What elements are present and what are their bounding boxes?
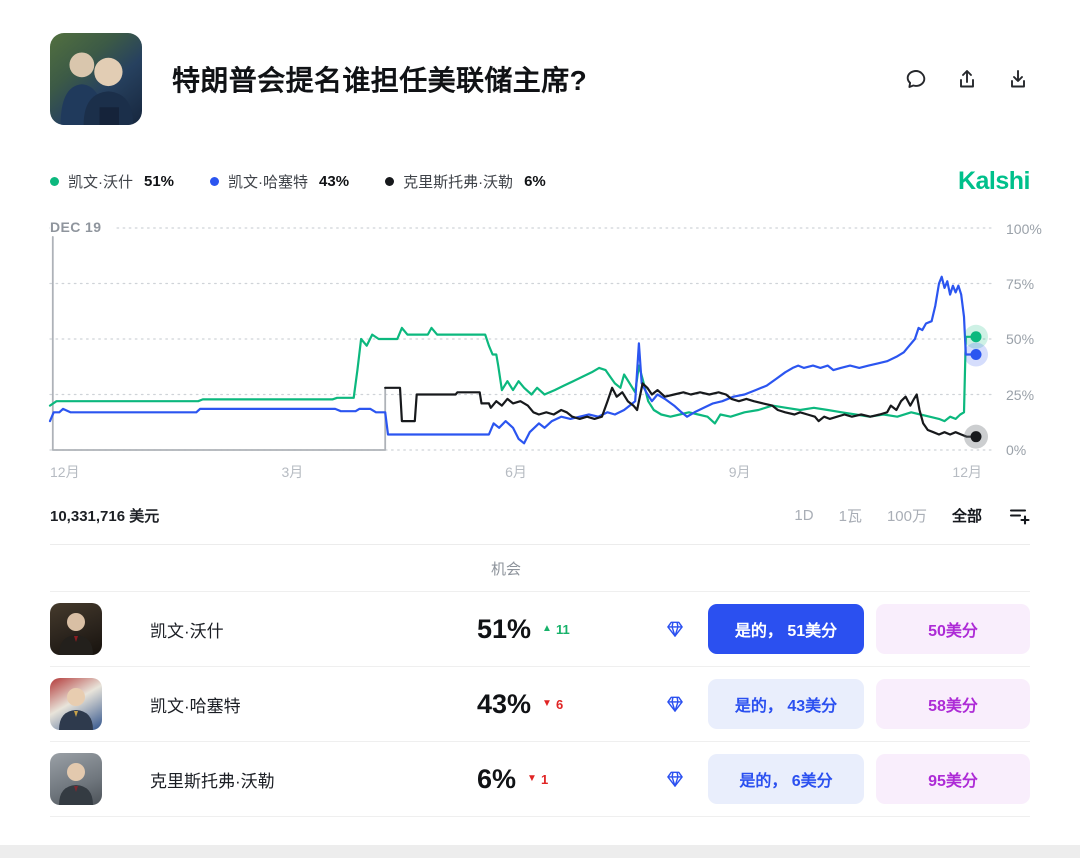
kalshi-logo: Kalshi <box>958 167 1030 196</box>
chart-canvas[interactable] <box>50 228 976 450</box>
candidate-name: 凯文·哈塞特 <box>126 692 477 717</box>
legend-label: 克里斯托弗·沃勒 <box>403 171 513 192</box>
buy-yes-button[interactable]: 是的， 6美分 <box>708 754 864 804</box>
legend-item-warsh[interactable]: 凯文·沃什 51% <box>50 171 174 192</box>
buy-no-button[interactable]: 50美分 <box>876 604 1030 654</box>
buy-no-button[interactable]: 95美分 <box>876 754 1030 804</box>
avatar <box>50 753 102 805</box>
legend-item-waller[interactable]: 克里斯托弗·沃勒 6% <box>385 171 546 192</box>
x-tick: 6月 <box>505 462 527 482</box>
gem-icon[interactable] <box>665 769 685 789</box>
change-indicator: 1 <box>527 772 548 787</box>
comment-icon[interactable] <box>904 67 928 91</box>
y-tick-100: 100% <box>1006 221 1070 237</box>
buy-yes-button[interactable]: 是的， 43美分 <box>708 679 864 729</box>
range-button-1瓦[interactable]: 1瓦 <box>839 505 862 526</box>
probability-value: 43% <box>477 689 531 720</box>
browser-bottom-edge <box>0 845 1080 858</box>
legend-dot-black <box>385 177 394 186</box>
range-button-全部[interactable]: 全部 <box>952 505 982 526</box>
buy-no-button[interactable]: 58美分 <box>876 679 1030 729</box>
chart-legend: 凯文·沃什 51% 凯文·哈塞特 43% 克里斯托弗·沃勒 6% Kalshi <box>50 167 1030 196</box>
range-button-100万[interactable]: 100万 <box>887 505 927 526</box>
candidate-name: 克里斯托弗·沃勒 <box>126 767 477 792</box>
market-avatar <box>50 33 142 125</box>
volume-label: 10,331,716 美元 <box>50 505 159 526</box>
legend-label: 凯文·沃什 <box>68 171 133 192</box>
range-button-1D[interactable]: 1D <box>794 507 813 524</box>
x-tick: 12月 <box>952 462 982 482</box>
legend-value: 6% <box>524 173 546 190</box>
chart-start-date: DEC 19 <box>50 219 113 235</box>
table-row-warsh[interactable]: 凯文·沃什 51% 11 是的， 51美分 50美分 <box>50 592 1030 667</box>
market-header: 特朗普会提名谁担任美联储主席? <box>50 33 1030 125</box>
legend-value: 43% <box>319 173 349 190</box>
share-icon[interactable] <box>955 67 979 91</box>
candidate-name: 凯文·沃什 <box>126 617 477 642</box>
price-chart[interactable]: DEC 19 100% 75% 50% 25% 0% <box>50 228 976 450</box>
table-row-hassett[interactable]: 凯文·哈塞特 43% 6 是的， 43美分 58美分 <box>50 667 1030 742</box>
table-row-waller[interactable]: 克里斯托弗·沃勒 6% 1 是的， 6美分 95美分 <box>50 742 1030 817</box>
range-buttons: 1D 1瓦 100万 全部 <box>794 505 982 526</box>
chance-column-header: 机会 <box>477 558 642 579</box>
x-tick: 12月 <box>50 462 80 482</box>
avatar <box>50 603 102 655</box>
y-tick-75: 75% <box>1006 276 1070 292</box>
buy-yes-button[interactable]: 是的， 51美分 <box>708 604 864 654</box>
gem-icon[interactable] <box>665 619 685 639</box>
avatar <box>50 678 102 730</box>
legend-value: 51% <box>144 173 174 190</box>
x-axis-labels: 12月 3月 6月 9月 12月 <box>50 462 982 482</box>
change-indicator: 11 <box>542 622 570 637</box>
gem-icon[interactable] <box>665 694 685 714</box>
x-tick: 9月 <box>729 462 751 482</box>
change-indicator: 6 <box>542 697 563 712</box>
probability-value: 51% <box>477 614 531 645</box>
probability-value: 6% <box>477 764 516 795</box>
legend-dot-blue <box>210 177 219 186</box>
y-tick-50: 50% <box>1006 331 1070 347</box>
table-header: 机会 <box>50 545 1030 592</box>
market-avatar-figures <box>50 33 142 125</box>
x-tick: 3月 <box>281 462 303 482</box>
y-tick-25: 25% <box>1006 387 1070 403</box>
legend-dot-green <box>50 177 59 186</box>
download-icon[interactable] <box>1006 67 1030 91</box>
page-title: 特朗普会提名谁担任美联储主席? <box>172 59 587 99</box>
legend-label: 凯文·哈塞特 <box>228 171 308 192</box>
legend-item-hassett[interactable]: 凯文·哈塞特 43% <box>210 171 349 192</box>
list-plus-icon[interactable] <box>1008 504 1030 526</box>
y-tick-0: 0% <box>1006 442 1070 458</box>
